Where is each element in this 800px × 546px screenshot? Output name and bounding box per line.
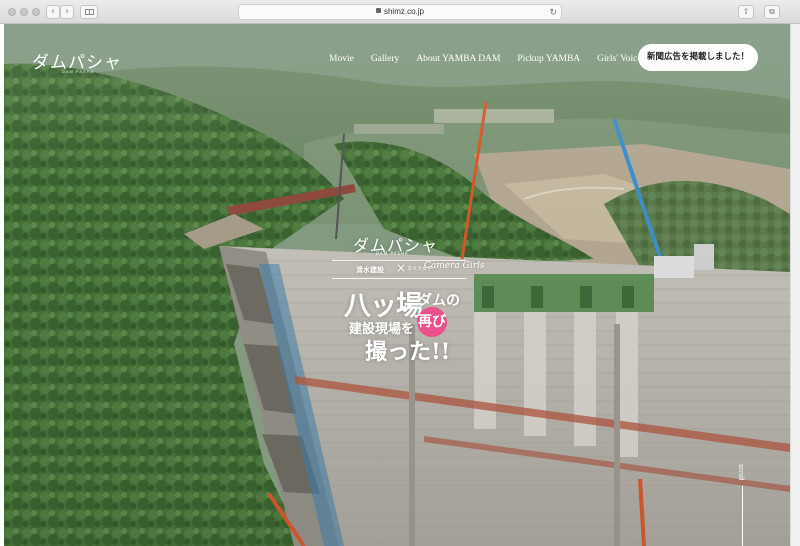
share-icon[interactable]: ⇧ xyxy=(738,5,754,19)
lock-icon xyxy=(375,8,381,14)
nav-movie[interactable]: Movie xyxy=(329,54,354,64)
hero-divider-bottom xyxy=(332,278,466,279)
hero-title-dam-no: ダムの xyxy=(418,293,460,309)
zoom-window-dot[interactable] xyxy=(32,8,40,16)
hero-company-shimizu: 清水建設 xyxy=(356,266,384,274)
hero-camera-girls: Camera Girls xyxy=(424,261,485,271)
sidebar-toggle-icon[interactable] xyxy=(80,5,98,19)
scroll-indicator-label[interactable]: scroll xyxy=(737,464,744,480)
address-bar[interactable]: shimz.co.jp ↻ xyxy=(238,4,562,20)
hero-title-futatabi-badge: 再び xyxy=(417,307,447,337)
nav-gallery[interactable]: Gallery xyxy=(371,54,400,64)
hero-title-line3: 撮った!! xyxy=(365,339,451,365)
hero-cross: × xyxy=(396,261,407,275)
nav-girls-voice[interactable]: Girls' Voice xyxy=(597,54,641,64)
close-window-dot[interactable] xyxy=(8,8,16,16)
browser-toolbar: ‹ › shimz.co.jp ↻ ⇧ ⧉ xyxy=(0,0,800,24)
main-nav: Movie Gallery About YAMBA DAM Pickup YAM… xyxy=(329,54,659,64)
url-text: shimz.co.jp xyxy=(383,7,424,16)
hero-section: ダムパシャ DAM PASHA Movie Gallery About YAMB… xyxy=(4,24,790,546)
minimize-window-dot[interactable] xyxy=(20,8,28,16)
site-logo-subtext: DAM PASHA xyxy=(62,69,95,74)
forward-button[interactable]: › xyxy=(60,5,74,19)
newspaper-ad-button[interactable]: 新聞広告を掲載しました！ xyxy=(638,44,758,71)
reload-icon[interactable]: ↻ xyxy=(549,5,557,19)
back-button[interactable]: ‹ xyxy=(46,5,60,19)
scroll-indicator-line xyxy=(742,486,743,546)
nav-pickup-yamba[interactable]: Pickup YAMBA xyxy=(517,54,580,64)
page-scrollbar[interactable] xyxy=(790,24,800,546)
tabs-icon[interactable]: ⧉ xyxy=(764,5,780,19)
hero-logo-subtext: DAM PASHA xyxy=(376,251,409,256)
nav-about-yamba-dam[interactable]: About YAMBA DAM xyxy=(416,54,500,64)
